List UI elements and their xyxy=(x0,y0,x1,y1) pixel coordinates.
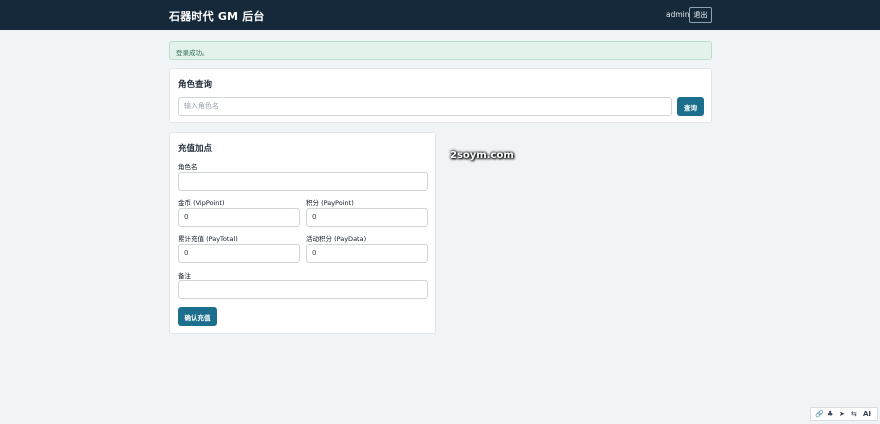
link-icon[interactable]: 🔗 xyxy=(815,410,824,419)
recharge-card: 充值加点 角色名 金币 (VipPoint) 0 积分 (PayPoint) 0… xyxy=(169,132,436,334)
top-navbar: 石器时代 GM 后台 admin 退出 xyxy=(0,0,880,30)
current-username: admin xyxy=(666,10,690,19)
role-query-title: 角色查询 xyxy=(178,80,213,90)
translate-icon[interactable]: ⇆ xyxy=(851,410,857,419)
confirm-recharge-button[interactable]: 确认充值 xyxy=(178,307,217,326)
pay-point-field[interactable]: 0 xyxy=(306,208,428,227)
role-name-field[interactable] xyxy=(178,172,428,191)
alert-message: 登录成功。 xyxy=(176,49,209,57)
floating-toolbar: 🔗 ♣ ➤ ⇆ AI xyxy=(810,407,878,421)
role-name-label: 角色名 xyxy=(178,163,198,171)
logout-button[interactable]: 退出 xyxy=(689,7,712,23)
pay-total-field[interactable]: 0 xyxy=(178,244,300,263)
pay-data-field[interactable]: 0 xyxy=(306,244,428,263)
recharge-title: 充值加点 xyxy=(178,144,213,154)
send-icon[interactable]: ➤ xyxy=(839,410,845,419)
vip-point-label: 金币 (VipPoint) xyxy=(178,199,225,207)
watermark-text: 2soym.com xyxy=(450,150,514,161)
pay-total-label: 累计充值 (PayTotal) xyxy=(178,235,238,243)
remark-field[interactable] xyxy=(178,280,428,299)
success-alert: 登录成功。 xyxy=(169,41,712,60)
pay-data-label: 活动积分 (PayData) xyxy=(306,235,367,243)
role-name-search-input[interactable]: 输入角色名 xyxy=(178,97,672,116)
vip-point-field[interactable]: 0 xyxy=(178,208,300,227)
role-query-card: 角色查询 输入角色名 查询 xyxy=(169,68,712,123)
search-button[interactable]: 查询 xyxy=(677,97,704,116)
ai-icon[interactable]: AI xyxy=(863,410,871,419)
microphone-icon[interactable]: ♣ xyxy=(827,410,833,419)
app-title: 石器时代 GM 后台 xyxy=(169,10,265,23)
pay-point-label: 积分 (PayPoint) xyxy=(306,199,354,207)
remark-label: 备注 xyxy=(178,272,191,280)
